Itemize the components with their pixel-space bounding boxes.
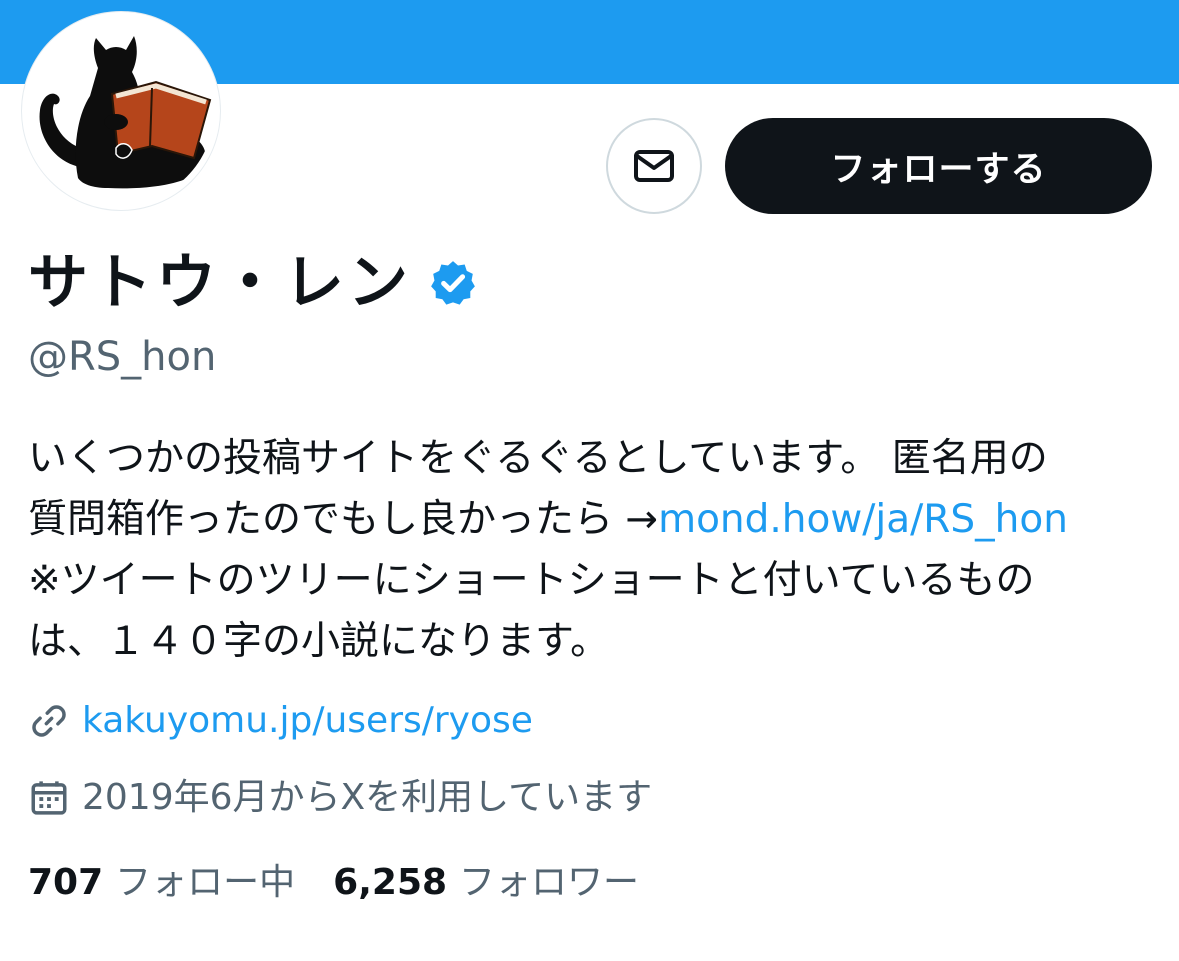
bio-line: は、１４０字の小説になります。 [28,619,610,664]
verified-badge-icon[interactable] [428,258,478,308]
cat-reading-book-icon [28,18,214,204]
follow-button[interactable]: フォローする [725,118,1152,214]
bio-line: 質問箱作ったのでもし良かったら →mond.how/ja/RS_hon [28,489,1158,550]
following-stat[interactable]: 707 フォロー中 [28,860,295,906]
calendar-icon [31,781,67,815]
joined-row: 2019年6月からXを利用しています [28,775,652,821]
bio-line: いくつかの投稿サイトをぐるぐるとしています。 匿名用の [28,436,1048,481]
followers-count: 6,258 [333,862,448,903]
website-row: kakuyomu.jp/users/ryose [28,698,533,744]
follow-stats: 707 フォロー中 6,258 フォロワー [28,860,677,906]
joined-date: 2019年6月からXを利用しています [82,777,653,818]
link-icon [32,705,66,737]
following-label: フォロー中 [115,862,296,903]
followers-stat[interactable]: 6,258 フォロワー [333,860,639,906]
name-row: サトウ・レン [28,248,478,318]
bio-line: ※ツイートのツリーにショートショートと付いているもの [28,558,1035,603]
followers-label: フォロワー [459,862,640,903]
user-handle: @RS_hon [28,334,217,380]
bio-line-text: 質問箱作ったのでもし良かったら → [28,497,659,542]
display-name: サトウ・レン [28,248,412,318]
envelope-icon [634,150,674,182]
following-count: 707 [28,862,104,903]
profile-page: フォローする サトウ・レン @RS_hon いくつかの投稿サイトをぐるぐるとして… [0,0,1179,961]
website-link[interactable]: kakuyomu.jp/users/ryose [82,698,533,744]
profile-bio: いくつかの投稿サイトをぐるぐるとしています。 匿名用の 質問箱作ったのでもし良か… [28,428,1158,672]
message-button[interactable] [606,118,702,214]
bio-link[interactable]: mond.how/ja/RS_hon [658,497,1068,542]
avatar[interactable] [22,12,220,210]
